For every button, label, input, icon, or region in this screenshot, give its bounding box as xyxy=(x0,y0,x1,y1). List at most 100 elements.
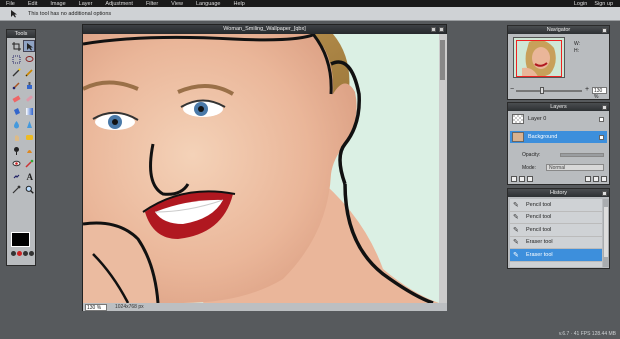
canvas-zoom-input[interactable]: 130 % xyxy=(85,303,107,311)
zoom-in-icon[interactable]: + xyxy=(585,86,589,93)
navigator-zoom-input[interactable]: 130 % xyxy=(592,87,607,100)
history-scrollbar[interactable] xyxy=(603,199,609,267)
image-dimensions: 1024x768 px xyxy=(115,304,144,310)
navigator-dimensions: W: H: xyxy=(574,41,581,54)
swatch-dot[interactable] xyxy=(23,251,28,256)
login-link[interactable]: Login xyxy=(574,1,587,7)
layer-name: Layer 0 xyxy=(528,116,547,122)
bucket-icon[interactable] xyxy=(10,105,22,117)
opacity-slider[interactable] xyxy=(560,153,604,157)
zoom-slider-knob[interactable] xyxy=(540,87,544,94)
layer-row-background[interactable]: Background xyxy=(510,131,607,143)
zoom-icon[interactable] xyxy=(23,183,35,195)
tools-title: Tools xyxy=(7,30,35,38)
layer-visibility-checkbox[interactable] xyxy=(599,134,604,140)
menu-image[interactable]: Image xyxy=(50,1,65,7)
crop-icon[interactable] xyxy=(10,40,22,52)
delete-layer-icon[interactable] xyxy=(601,176,607,182)
new-folder-icon[interactable] xyxy=(585,176,591,182)
menu-adjustment[interactable]: Adjustment xyxy=(105,1,133,7)
swatch-dot[interactable] xyxy=(11,251,16,256)
brush-icon[interactable] xyxy=(10,79,22,91)
image-window-title: Woman_Smiling_Wallpaper_[qbx] xyxy=(223,26,306,32)
dodge-icon[interactable] xyxy=(10,144,22,156)
color-replace-icon[interactable] xyxy=(23,157,35,169)
blur-icon[interactable] xyxy=(10,118,22,130)
history-panel: History ✎ Pencil tool ✎ Pencil tool ✎ Penci… xyxy=(507,188,610,269)
new-layer-icon[interactable] xyxy=(593,176,599,182)
history-item-selected[interactable]: ✎ Eraser tool xyxy=(510,249,602,262)
wand-icon[interactable] xyxy=(10,66,22,78)
red-eye-icon[interactable] xyxy=(10,157,22,169)
spot-heal-icon[interactable] xyxy=(23,92,35,104)
layers-collapse-button[interactable] xyxy=(602,104,607,110)
navigator-viewport-box[interactable] xyxy=(516,40,562,77)
menu-layer[interactable]: Layer xyxy=(79,1,93,7)
options-message: This tool has no additional options xyxy=(28,10,112,17)
canvas-vertical-scrollbar[interactable] xyxy=(439,34,447,303)
menu-view[interactable]: View xyxy=(171,1,183,7)
layers-panel: Layers Layer 0 Background Opacity: Mode:… xyxy=(507,102,610,185)
pencil-icon: ✎ xyxy=(513,201,519,209)
tools-panel: Tools A xyxy=(6,29,36,266)
layer-name: Background xyxy=(528,134,558,140)
eraser-icon: ✎ xyxy=(513,239,519,247)
history-title: History xyxy=(549,190,568,196)
menu-language[interactable]: Language xyxy=(196,1,220,7)
marquee-icon[interactable] xyxy=(10,53,22,65)
history-item[interactable]: ✎ Pencil tool xyxy=(510,199,602,212)
drawing-icon[interactable] xyxy=(10,170,22,182)
navigator-collapse-button[interactable] xyxy=(602,27,607,33)
history-item[interactable]: ✎ Pencil tool xyxy=(510,212,602,224)
pencil-icon: ✎ xyxy=(513,214,519,222)
clone-icon[interactable] xyxy=(23,79,35,91)
image-canvas[interactable] xyxy=(83,34,439,303)
swatch-dot[interactable] xyxy=(17,251,22,256)
mode-label: Mode: xyxy=(522,165,536,171)
move-icon[interactable] xyxy=(23,40,35,52)
signup-link[interactable]: Sign up xyxy=(594,1,613,7)
layers-toolbar xyxy=(511,175,607,183)
image-status-bar: 130 % 1024x768 px xyxy=(83,303,447,311)
close-button[interactable] xyxy=(439,27,444,32)
menu-help[interactable]: Help xyxy=(233,1,244,7)
blend-mode-select[interactable]: Normal xyxy=(546,164,604,171)
image-window-titlebar[interactable]: Woman_Smiling_Wallpaper_[qbx] xyxy=(83,25,446,34)
layer-style-icon[interactable] xyxy=(519,176,525,182)
layer-visibility-checkbox[interactable] xyxy=(599,116,604,122)
photo-woman-smiling xyxy=(83,34,439,303)
history-collapse-button[interactable] xyxy=(602,190,607,196)
burn-icon[interactable] xyxy=(23,144,35,156)
scrollbar-thumb[interactable] xyxy=(440,40,445,80)
version-status: v.6.7 · 41 FPS 128.44 MB xyxy=(558,331,616,337)
layers-title: Layers xyxy=(550,104,567,110)
eraser-icon[interactable] xyxy=(10,92,22,104)
menu-file[interactable]: File xyxy=(6,1,15,7)
history-item[interactable]: ✎ Eraser tool xyxy=(510,237,602,249)
opacity-label: Opacity: xyxy=(522,152,541,158)
pencil-icon: ✎ xyxy=(513,226,519,234)
picker-icon[interactable] xyxy=(10,183,22,195)
sponge-icon[interactable] xyxy=(23,131,35,143)
scrollbar-thumb[interactable] xyxy=(604,207,608,257)
swatch-dot[interactable] xyxy=(29,251,34,256)
layer-row-layer0[interactable]: Layer 0 xyxy=(510,113,607,125)
color-swatch-row xyxy=(11,251,34,256)
maximize-button[interactable] xyxy=(431,27,436,32)
navigator-thumbnail[interactable] xyxy=(513,37,565,78)
sharpen-icon[interactable] xyxy=(23,118,35,130)
gradient-icon[interactable] xyxy=(23,105,35,117)
pencil-icon[interactable] xyxy=(23,66,35,78)
navigator-zoom-slider[interactable] xyxy=(516,87,582,94)
menu-edit[interactable]: Edit xyxy=(28,1,37,7)
foreground-color-swatch[interactable] xyxy=(11,232,30,247)
history-item[interactable]: ✎ Pencil tool xyxy=(510,224,602,237)
menu-filter[interactable]: Filter xyxy=(146,1,158,7)
eraser-icon: ✎ xyxy=(513,251,519,259)
zoom-out-icon[interactable]: − xyxy=(510,86,514,93)
text-icon[interactable]: A xyxy=(23,170,35,182)
layer-mask-icon[interactable] xyxy=(527,176,533,182)
lasso-icon[interactable] xyxy=(23,53,35,65)
link-layers-icon[interactable] xyxy=(511,176,517,182)
smudge-icon[interactable] xyxy=(10,131,22,143)
